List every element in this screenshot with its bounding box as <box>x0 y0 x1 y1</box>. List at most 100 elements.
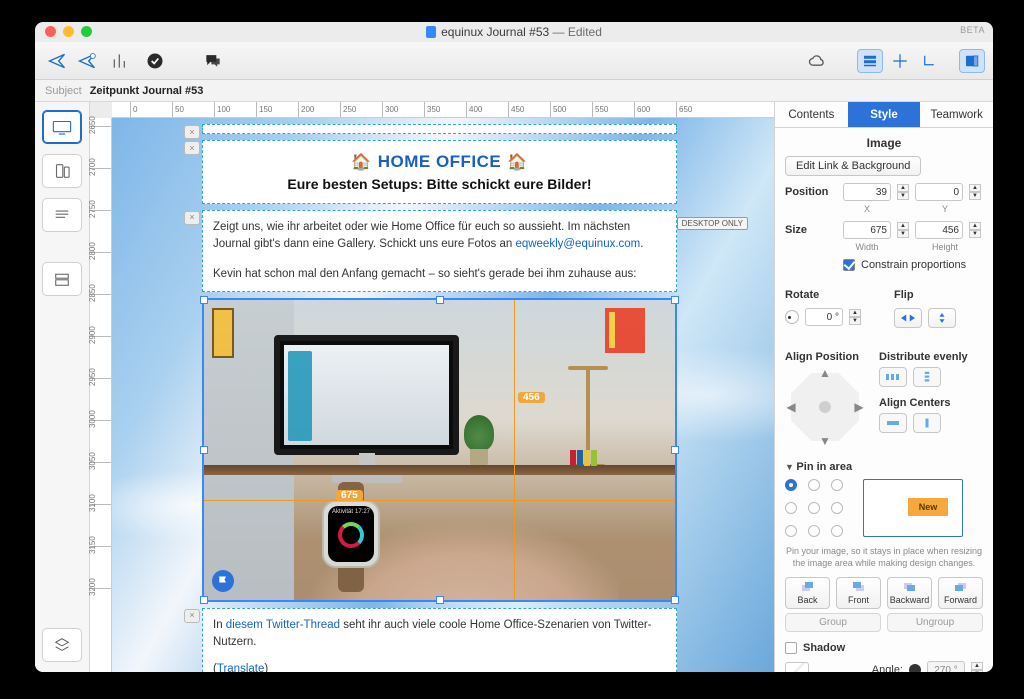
tab-teamwork[interactable]: Teamwork <box>920 102 993 127</box>
pin-hint: Pin your image, so it stays in place whe… <box>785 545 983 569</box>
width-field[interactable]: 675 <box>843 221 891 239</box>
shadow-color-swatch[interactable] <box>785 662 809 672</box>
align-center-v-button[interactable] <box>913 413 941 433</box>
order-backward-button[interactable]: Backward <box>887 577 932 609</box>
flip-horizontal-button[interactable] <box>894 308 922 328</box>
rotate-label: Rotate <box>785 289 874 301</box>
distribute-v-button[interactable] <box>913 367 941 387</box>
inspector-toggle-button[interactable] <box>959 49 985 73</box>
position-label: Position <box>785 186 837 198</box>
resize-handle[interactable] <box>436 596 444 604</box>
constrain-checkbox[interactable] <box>843 259 855 271</box>
position-x-field[interactable]: 39 <box>843 183 891 201</box>
distribute-h-button[interactable] <box>879 367 907 387</box>
view-layout-button[interactable] <box>857 49 883 73</box>
window-close-button[interactable] <box>45 26 56 37</box>
position-x-stepper[interactable]: ▲▼ <box>897 184 909 200</box>
selected-image-block[interactable]: Aktivität 17:27 456 675 <box>202 298 677 602</box>
block-delete-button[interactable]: × <box>184 125 200 139</box>
order-back-button[interactable]: Back <box>785 577 830 609</box>
angle-stepper[interactable]: ▲▼ <box>971 662 983 672</box>
pin-anchor-tl[interactable] <box>785 479 797 491</box>
align-position-label: Align Position <box>785 351 865 363</box>
device-text-button[interactable] <box>42 198 82 232</box>
inspector-panel: Contents Style Teamwork Image Edit Link … <box>774 102 993 672</box>
angle-dial[interactable] <box>909 664 921 672</box>
translate-link[interactable]: Translate <box>217 663 265 672</box>
angle-field[interactable]: 270 ° <box>927 661 965 672</box>
outro-text-block[interactable]: × In diesem Twitter-Thread seht ihr auch… <box>202 608 677 672</box>
group-button[interactable]: Group <box>785 613 881 632</box>
comment-flag-badge[interactable] <box>212 570 234 592</box>
email-link[interactable]: eqweekly@equinux.com <box>515 238 640 250</box>
ruler-horizontal: 050 100150 200250 300350 400450 500550 6… <box>112 102 774 118</box>
cloud-button[interactable] <box>803 48 831 74</box>
resize-handle[interactable] <box>200 446 208 454</box>
block-delete-button[interactable]: × <box>184 609 200 623</box>
resize-handle[interactable] <box>200 596 208 604</box>
block-delete-button[interactable]: × <box>184 141 200 155</box>
rotate-field[interactable]: 0 ° <box>805 308 843 326</box>
tab-style[interactable]: Style <box>848 102 921 127</box>
shadow-label: Shadow <box>803 642 845 654</box>
statistics-button[interactable] <box>107 48 135 74</box>
toolbar <box>35 42 993 80</box>
device-archive-button[interactable] <box>42 262 82 296</box>
edit-link-button[interactable]: Edit Link & Background <box>785 156 921 176</box>
beta-label: BETA <box>960 25 985 35</box>
pin-anchor-grid[interactable] <box>785 479 843 537</box>
height-stepper[interactable]: ▲▼ <box>969 222 981 238</box>
ungroup-button[interactable]: Ungroup <box>887 613 983 632</box>
align-center-h-button[interactable] <box>879 413 907 433</box>
flip-vertical-button[interactable] <box>928 308 956 328</box>
house-icon: 🏠 <box>507 152 527 172</box>
resize-handle[interactable] <box>200 296 208 304</box>
tab-contents[interactable]: Contents <box>775 102 848 127</box>
app-window: equinux Journal #53 — Edited BETA Subjec… <box>35 22 993 672</box>
send-test-button[interactable] <box>73 48 101 74</box>
width-stepper[interactable]: ▲▼ <box>897 222 909 238</box>
position-y-field[interactable]: 0 <box>915 183 963 201</box>
constrain-label: Constrain proportions <box>861 259 966 271</box>
size-label: Size <box>785 224 837 236</box>
check-button[interactable] <box>141 48 169 74</box>
device-desktop-button[interactable] <box>42 110 82 144</box>
canvas-viewport[interactable]: × × 🏠 HOME OFFICE 🏠 Eure besten Setups: … <box>112 118 774 672</box>
window-minimize-button[interactable] <box>63 26 74 37</box>
order-front-button[interactable]: Front <box>836 577 881 609</box>
resize-handle[interactable] <box>671 596 679 604</box>
document-status: — Edited <box>553 25 602 39</box>
twitter-thread-link[interactable]: diesem Twitter-Thread <box>226 619 340 631</box>
device-mobile-button[interactable] <box>42 154 82 188</box>
angle-label: Angle: <box>872 664 903 672</box>
block-delete-button[interactable]: × <box>184 211 200 225</box>
canvas-area: 050 100150 200250 300350 400450 500550 6… <box>90 102 774 672</box>
subject-strip: Subject Zeitpunkt Journal #53 <box>35 80 993 102</box>
comments-button[interactable] <box>199 48 227 74</box>
subject-value[interactable]: Zeitpunkt Journal #53 <box>90 85 204 97</box>
rotate-stepper[interactable]: ▲▼ <box>849 309 861 325</box>
dimension-guide-h <box>204 500 675 501</box>
send-button[interactable] <box>43 48 71 74</box>
rotate-dial[interactable] <box>785 310 799 324</box>
pin-preview-label: New <box>908 498 948 516</box>
distribute-label: Distribute evenly <box>879 351 968 363</box>
pin-section-header[interactable]: Pin in area <box>785 461 983 473</box>
order-forward-button[interactable]: Forward <box>938 577 983 609</box>
intro-text-block[interactable]: × Zeigt uns, wie ihr arbeitet oder wie H… <box>202 210 677 292</box>
placed-image[interactable]: Aktivität 17:27 <box>204 300 675 600</box>
resize-handle[interactable] <box>436 296 444 304</box>
dimension-guide-v <box>514 300 515 600</box>
resize-handle[interactable] <box>671 446 679 454</box>
view-align-button[interactable] <box>887 49 913 73</box>
position-y-stepper[interactable]: ▲▼ <box>969 184 981 200</box>
resize-handle[interactable] <box>671 296 679 304</box>
layers-button[interactable] <box>42 628 82 662</box>
headline-block[interactable]: × 🏠 HOME OFFICE 🏠 Eure besten Setups: Bi… <box>202 140 677 204</box>
shadow-checkbox[interactable] <box>785 642 797 654</box>
window-zoom-button[interactable] <box>81 26 92 37</box>
view-corner-button[interactable] <box>917 49 943 73</box>
align-position-widget[interactable]: ▲▼ ◀▶ <box>785 367 865 447</box>
align-centers-label: Align Centers <box>879 397 968 409</box>
height-field[interactable]: 456 <box>915 221 963 239</box>
